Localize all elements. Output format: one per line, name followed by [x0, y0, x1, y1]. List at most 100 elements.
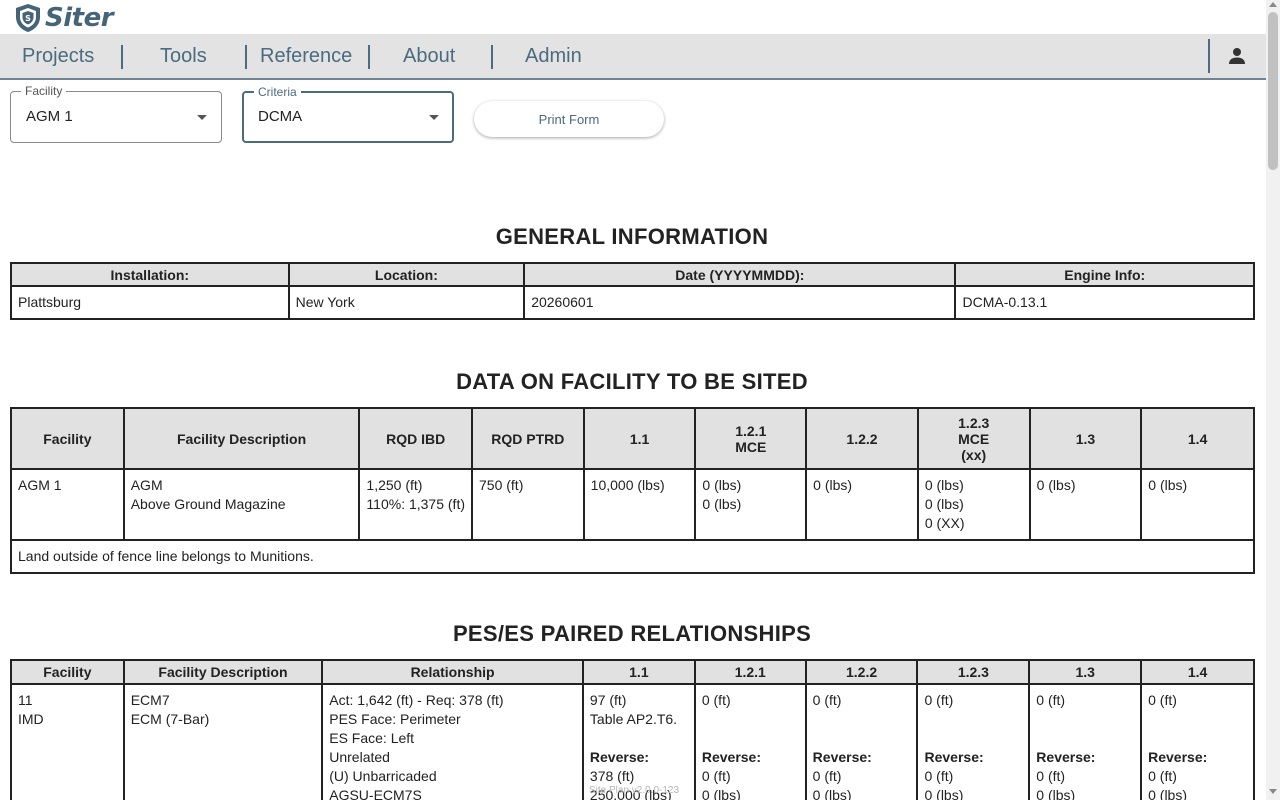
nav-projects[interactable]: Projects	[22, 34, 94, 78]
table-row: Land outside of fence line belongs to Mu…	[10, 539, 1255, 574]
rqd-ptrd-cell: 750 (ft)	[471, 468, 585, 541]
facility-header: Facility	[10, 659, 125, 685]
cell-line: 0 (lbs)	[924, 477, 964, 493]
cell-line: ES Face: Left	[329, 730, 415, 746]
cell-line: Unrelated	[329, 749, 390, 765]
hd-1-1-header: 1.1	[581, 659, 696, 685]
facility-description-header: Facility Description	[122, 407, 361, 470]
dropdown-arrow-icon	[429, 115, 439, 120]
cell-line: AGM	[130, 477, 163, 493]
table-header-row: Installation: Location: Date (YYYYMMDD):…	[10, 262, 1255, 287]
hd-1-2-3-cell: 0 (lbs) 0 (lbs) 0 (XX)	[916, 468, 1031, 541]
installation-header: Installation:	[10, 262, 290, 287]
paired-relationships-title: PES/ES PAIRED RELATIONSHIPS	[452, 621, 812, 646]
cell-line: 0 (lbs)	[924, 496, 964, 512]
cell-line: 97 (ft)	[589, 692, 627, 708]
hd-1-2-2-header: 1.2.2	[805, 407, 919, 470]
cell-line: 0 (lbs)	[1148, 787, 1188, 800]
dropdown-arrow-icon	[197, 115, 207, 120]
cell-line: 0 (ft)	[924, 692, 954, 708]
svg-text:S: S	[25, 14, 31, 23]
hd-header-line: MCE	[735, 438, 767, 455]
table-header-row: Facility Facility Description RQD IBD RQ…	[10, 407, 1255, 470]
nav-reference[interactable]: Reference	[260, 34, 352, 78]
criteria-select-label: Criteria	[254, 85, 301, 99]
main-nav: Projects Tools Reference About Admin	[0, 34, 1266, 80]
hd-1-4-header: 1.4	[1140, 659, 1255, 685]
date-header: Date (YYYYMMDD):	[523, 262, 957, 287]
nav-about[interactable]: About	[403, 34, 455, 78]
facility-data-table: Facility Facility Description RQD IBD RQ…	[10, 407, 1255, 574]
criteria-select-value: DCMA	[258, 108, 303, 125]
table-row: 11 IMD ECM7 ECM (7-Bar) Act: 1,642 (ft) …	[10, 683, 1255, 800]
hd-1-2-1-header: 1.2.1 MCE	[694, 407, 808, 470]
reverse-label: Reverse:	[1036, 749, 1096, 765]
relationship-header: Relationship	[321, 659, 584, 685]
nav-divider	[121, 45, 123, 69]
cell-line: 0 (lbs)	[702, 477, 742, 493]
cell-line: 0 (ft)	[1036, 692, 1066, 708]
brand-name: Siter	[45, 3, 114, 33]
scrollbar-thumb[interactable]	[1268, 12, 1278, 170]
installation-value: Plattsburg	[10, 285, 290, 320]
hd-header-line: (xx)	[961, 446, 987, 463]
scroll-down-arrow-icon[interactable]	[1269, 789, 1277, 794]
reverse-label: Reverse:	[1148, 749, 1208, 765]
hd-1-3-header: 1.3	[1028, 407, 1143, 470]
print-form-button[interactable]: Print Form	[474, 101, 664, 137]
scroll-up-arrow-icon[interactable]	[1269, 2, 1277, 7]
criteria-select[interactable]: Criteria DCMA	[242, 85, 454, 143]
paired-relationships-table: Facility Facility Description Relationsh…	[10, 659, 1255, 800]
hd-header-line: 1.2.1	[735, 422, 767, 439]
cell-line: 1,250 (ft)	[366, 477, 423, 493]
facility-cell: 11 IMD	[10, 683, 125, 800]
facility-description-cell: AGM Above Ground Magazine	[122, 468, 361, 541]
nav-divider	[368, 45, 370, 69]
relationship-cell: Act: 1,642 (ft) - Req: 378 (ft) PES Face…	[321, 683, 584, 800]
hd-1-2-3-header: 1.2.3	[916, 659, 1031, 685]
general-info-title: GENERAL INFORMATION	[495, 224, 769, 249]
hd-1-2-3-cell: 0 (ft) Reverse: 0 (ft) 0 (lbs)	[916, 683, 1031, 800]
nav-divider	[245, 45, 247, 69]
cell-line: 0 (ft)	[1036, 768, 1066, 784]
hd-1-4-header: 1.4	[1140, 407, 1255, 470]
facility-description-header: Facility Description	[122, 659, 324, 685]
date-value: 20260601	[523, 285, 957, 320]
user-menu-button[interactable]	[1208, 39, 1264, 73]
nav-tools[interactable]: Tools	[160, 34, 207, 78]
version-watermark: Site Plan v2.0.0-123	[589, 785, 680, 796]
table-header-row: Facility Facility Description Relationsh…	[10, 659, 1255, 685]
reverse-label: Reverse:	[812, 749, 872, 765]
person-icon	[1229, 48, 1245, 64]
hd-1-2-3-header: 1.2.3 MCE (xx)	[916, 407, 1031, 470]
cell-line: 0 (ft)	[812, 692, 842, 708]
cell-line: 0 (lbs)	[701, 787, 741, 800]
facility-header: Facility	[10, 407, 125, 470]
hd-1-1-header: 1.1	[582, 407, 697, 470]
cell-line: 11	[18, 692, 33, 708]
location-value: New York	[287, 285, 526, 320]
hd-1-2-2-header: 1.2.2	[804, 659, 919, 685]
rqd-ibd-header: RQD IBD	[358, 407, 473, 470]
hd-1-3-cell: 0 (ft) Reverse: 0 (ft) 0 (lbs)	[1028, 683, 1143, 800]
reverse-label: Reverse:	[924, 749, 984, 765]
page-scrollbar[interactable]	[1266, 0, 1280, 800]
hd-1-3-header: 1.3	[1028, 659, 1143, 685]
table-row: AGM 1 AGM Above Ground Magazine 1,250 (f…	[10, 468, 1255, 541]
facility-select[interactable]: Facility AGM 1	[10, 84, 222, 143]
hd-header-line: MCE	[958, 430, 990, 447]
cell-line: 0 (ft)	[812, 768, 842, 784]
brand-logo[interactable]: S Siter	[14, 2, 114, 34]
cell-line: 0 (lbs)	[924, 787, 964, 800]
facility-data-title: DATA ON FACILITY TO BE SITED	[456, 369, 808, 394]
cell-line: ECM7	[130, 692, 170, 708]
nav-admin[interactable]: Admin	[525, 34, 582, 78]
